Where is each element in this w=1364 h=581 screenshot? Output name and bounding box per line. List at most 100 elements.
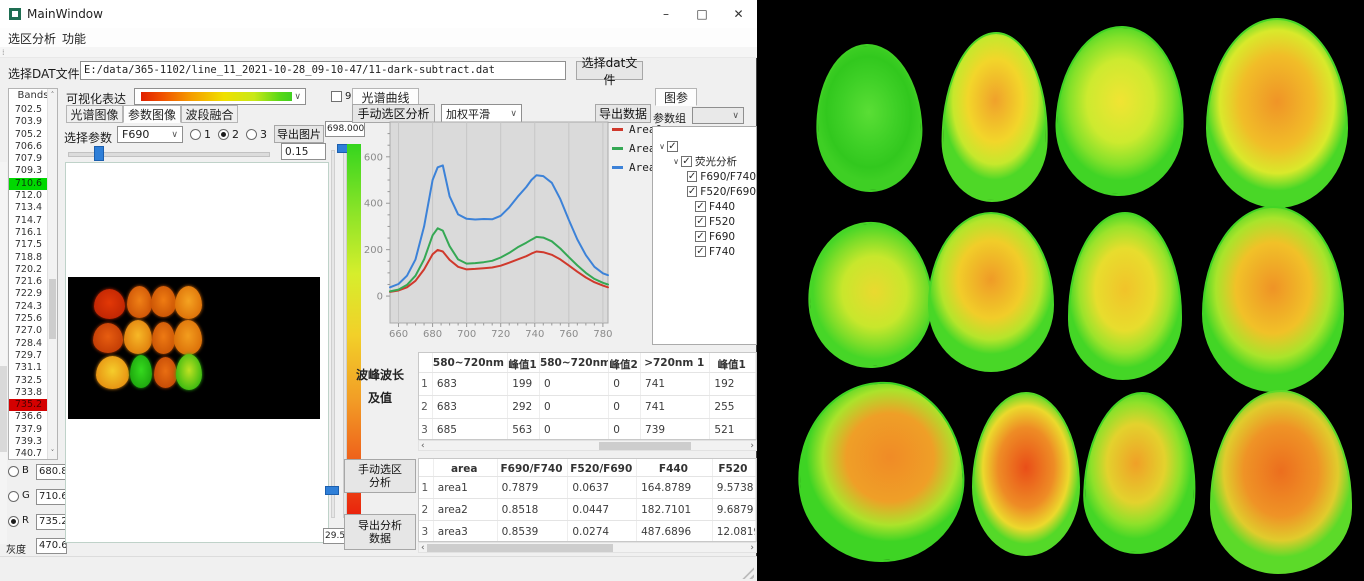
band-item[interactable]: 739.3	[9, 436, 48, 448]
band-item[interactable]: 737.9	[9, 424, 48, 436]
radio-1[interactable]	[190, 129, 201, 140]
tree-node--[interactable]: ∨✓荧光分析	[653, 154, 756, 169]
menu-item-region-analysis[interactable]: 选区分析	[8, 30, 56, 47]
scroll-up-icon[interactable]: ˄	[48, 91, 57, 99]
tree-checkbox[interactable]: ✓	[695, 201, 706, 212]
rotate-90-checkbox[interactable]	[331, 91, 342, 102]
table-row[interactable]: 268329200741255	[419, 396, 756, 419]
table-row[interactable]: 3area30.85390.0274487.689612.0819	[419, 521, 756, 542]
threshold-value-field[interactable]: 0.15	[281, 143, 326, 160]
scroll-left-icon[interactable]: ‹	[421, 543, 425, 553]
band-item[interactable]: 736.6	[9, 411, 48, 423]
band-item[interactable]: 716.1	[9, 227, 48, 239]
tree-checkbox[interactable]: ✓	[695, 231, 706, 242]
param-combo[interactable]: F690 ∨	[117, 126, 183, 143]
band-item[interactable]: 722.9	[9, 288, 48, 300]
area-table-hscroll[interactable]: ‹ ›	[418, 542, 757, 553]
band-item[interactable]: 710.6	[9, 178, 48, 190]
tree-checkbox[interactable]: ✓	[695, 246, 706, 257]
area-scroll-thumb[interactable]	[427, 544, 613, 552]
toolbar-handle[interactable]: ⁞	[2, 48, 4, 57]
tree-node-f520-f690[interactable]: ✓F520/F690	[653, 184, 756, 199]
chevron-expanded-icon[interactable]: ∨	[671, 157, 681, 166]
band-item[interactable]: 706.6	[9, 141, 48, 153]
band-item[interactable]: 714.7	[9, 215, 48, 227]
scroll-down-icon[interactable]: ˅	[48, 449, 57, 457]
tab-band-fusion[interactable]: 波段融合	[181, 105, 238, 123]
tree-node-f520[interactable]: ✓F520	[653, 214, 756, 229]
tree-checkbox[interactable]: ✓	[687, 186, 697, 197]
tab-image-params[interactable]: 图参	[655, 88, 697, 106]
colormap-combo[interactable]: ∨	[134, 88, 306, 105]
bands-scrollbar[interactable]: ˄ ˅	[47, 89, 57, 459]
peak-scroll-thumb[interactable]	[599, 442, 691, 450]
gray-value-field[interactable]: 470.6	[36, 538, 67, 554]
tree-checkbox[interactable]: ✓	[681, 156, 692, 167]
band-item[interactable]: 702.5	[9, 104, 48, 116]
peak-table-hscroll[interactable]: ‹ ›	[418, 440, 757, 451]
maximize-button[interactable]: □	[684, 0, 720, 28]
tab-parameter-image[interactable]: 参数图像	[123, 105, 181, 123]
channel-value-r[interactable]: 735.2	[36, 514, 67, 530]
radio-3[interactable]	[246, 129, 257, 140]
radio-2[interactable]	[218, 129, 229, 140]
leaf-false-color-image[interactable]	[758, 0, 1364, 581]
band-item[interactable]: 718.8	[9, 252, 48, 264]
band-item[interactable]: 728.4	[9, 338, 48, 350]
table-row[interactable]: 2area20.85180.0447182.71019.6879	[419, 499, 756, 521]
band-item[interactable]: 731.1	[9, 362, 48, 374]
table-row[interactable]: 1area10.78790.0637164.87899.5738	[419, 477, 756, 499]
table-row[interactable]: 368556300739521	[419, 419, 756, 440]
band-item[interactable]: 721.6	[9, 276, 48, 288]
chevron-expanded-icon[interactable]: ∨	[657, 142, 667, 151]
tree-checkbox[interactable]: ✓	[667, 141, 678, 152]
band-item[interactable]: 735.2	[9, 399, 48, 411]
tree-node-f740[interactable]: ✓F740	[653, 244, 756, 259]
splitter-handle[interactable]	[0, 366, 7, 452]
band-item[interactable]: 707.9	[9, 153, 48, 165]
tab-spectral-image[interactable]: 光谱图像	[66, 105, 123, 123]
band-item[interactable]: 703.9	[9, 116, 48, 128]
band-item[interactable]: 724.3	[9, 301, 48, 313]
bands-scroll-thumb[interactable]	[49, 279, 56, 339]
export-analysis-button[interactable]: 导出分析 数据	[344, 514, 416, 550]
dat-file-path-input[interactable]: E:/data/365-1102/line_11_2021-10-28_09-1…	[80, 61, 566, 80]
band-item[interactable]: 729.7	[9, 350, 48, 362]
close-button[interactable]: ✕	[720, 0, 757, 28]
threshold-slider-handle[interactable]	[94, 146, 104, 161]
scroll-left-icon[interactable]: ‹	[421, 441, 425, 451]
colorbar-lower-handle[interactable]	[325, 486, 339, 495]
band-item[interactable]: 712.0	[9, 190, 48, 202]
channel-value-g[interactable]: 710.6	[36, 489, 67, 505]
band-item[interactable]: 705.2	[9, 129, 48, 141]
colorbar-upper-slider-track[interactable]	[331, 150, 335, 518]
scroll-right-icon[interactable]: ›	[750, 543, 754, 553]
tree-checkbox[interactable]: ✓	[687, 171, 697, 182]
tree-node-f440[interactable]: ✓F440	[653, 199, 756, 214]
tree-node-root[interactable]: ∨✓	[653, 139, 756, 154]
band-item[interactable]: 713.4	[9, 202, 48, 214]
choose-dat-button[interactable]: 选择dat文件	[576, 61, 643, 80]
channel-radio-r[interactable]	[8, 516, 19, 527]
export-image-button[interactable]: 导出图片	[274, 125, 324, 143]
channel-value-b[interactable]: 680.8	[36, 464, 67, 480]
tree-node-f690[interactable]: ✓F690	[653, 229, 756, 244]
band-item[interactable]: 733.8	[9, 387, 48, 399]
band-item[interactable]: 727.0	[9, 325, 48, 337]
scroll-right-icon[interactable]: ›	[750, 441, 754, 451]
band-item[interactable]: 725.6	[9, 313, 48, 325]
band-item[interactable]: 740.7	[9, 448, 48, 460]
band-item[interactable]: 732.5	[9, 375, 48, 387]
param-group-combo[interactable]: ∨	[692, 107, 744, 124]
band-item[interactable]: 717.5	[9, 239, 48, 251]
band-item[interactable]: 709.3	[9, 165, 48, 177]
channel-radio-b[interactable]	[8, 466, 19, 477]
menu-item-functions[interactable]: 功能	[62, 30, 86, 47]
channel-radio-g[interactable]	[8, 491, 19, 502]
tree-checkbox[interactable]: ✓	[695, 216, 706, 227]
tree-node-f690-f740[interactable]: ✓F690/F740	[653, 169, 756, 184]
table-row[interactable]: 168319900741192	[419, 373, 756, 396]
band-item[interactable]: 720.2	[9, 264, 48, 276]
manual-region-button-2[interactable]: 手动选区 分析	[344, 459, 416, 493]
leaf-thumbnail-image[interactable]	[68, 277, 320, 419]
